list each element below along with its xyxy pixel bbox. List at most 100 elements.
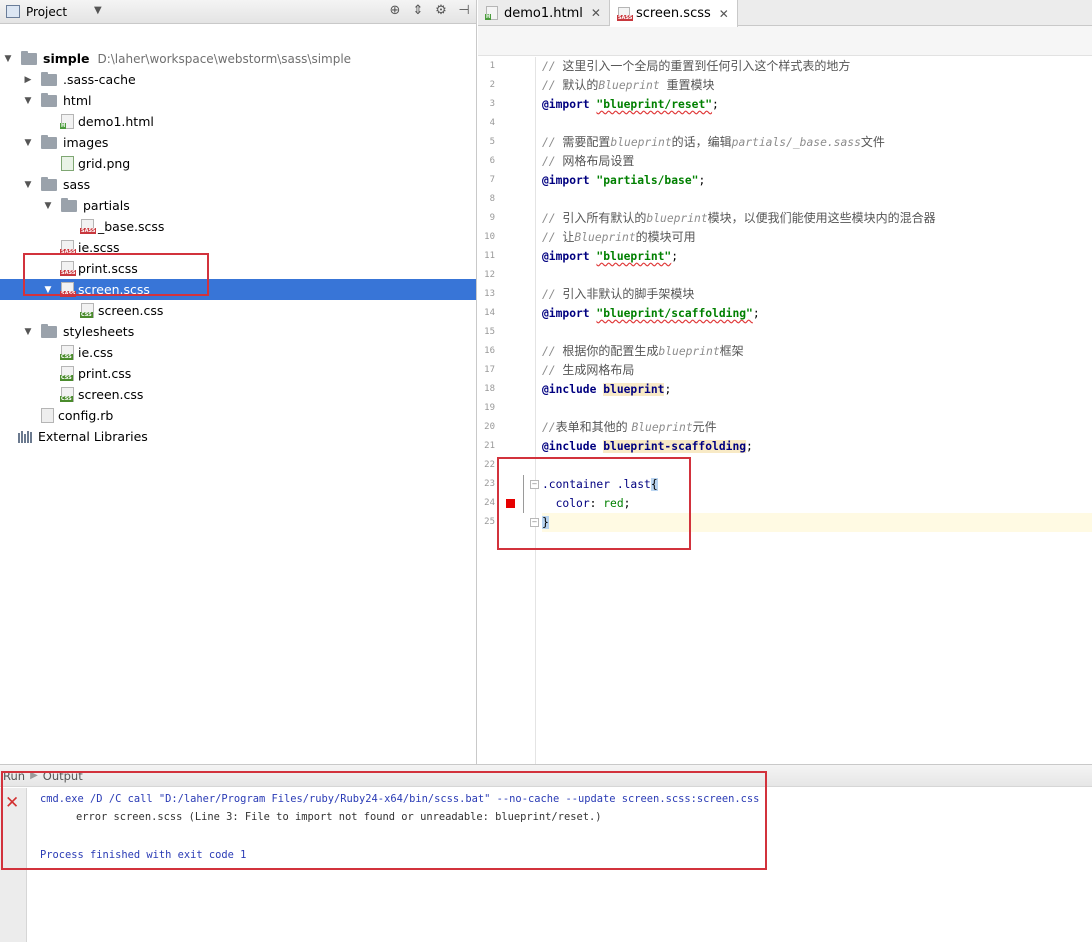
code-line[interactable] (542, 323, 1092, 342)
code-line[interactable]: // 生成网格布局 (542, 361, 1092, 380)
code-area[interactable]: // 这里引入一个全局的重置到任何引入这个样式表的地方// 默认的Bluepri… (537, 57, 1092, 764)
code-line[interactable] (542, 190, 1092, 209)
expand-down-icon[interactable]: ▼ (22, 327, 34, 337)
tree-item[interactable]: CSS screen.css (0, 384, 476, 405)
code-line[interactable] (542, 114, 1092, 133)
hide-panel-icon[interactable]: ⊣ (456, 3, 472, 18)
code-line[interactable]: @import "blueprint/scaffolding"; (542, 304, 1092, 323)
chevron-down-icon[interactable]: ▼ (94, 5, 102, 16)
project-panel-header: Project ▼ ⊕ ⇕ ⚙ ⊣ (0, 0, 476, 24)
tree-item[interactable]: SASS _base.scss (0, 216, 476, 237)
code-line[interactable]: // 引入所有默认的blueprint模块，以便我们能使用这些模块内的混合器 (542, 209, 1092, 228)
tree-item[interactable]: ▶ .sass-cache (0, 69, 476, 90)
tree-item[interactable]: ▼ images (0, 132, 476, 153)
code-line[interactable]: // 引入非默认的脚手架模块 (542, 285, 1092, 304)
line-number: 17 (484, 365, 495, 375)
line-number: 23 (484, 479, 495, 489)
line-number: 9 (489, 213, 495, 223)
tree-item[interactable]: grid.png (0, 153, 476, 174)
tree-item-label: .sass-cache (63, 72, 136, 87)
library-icon (18, 430, 34, 443)
code-line[interactable]: @include blueprint-scaffolding; (542, 437, 1092, 456)
highlight-annotation (1, 771, 767, 870)
tree-item[interactable]: ▼ partials (0, 195, 476, 216)
css-file-icon: CSS (80, 303, 94, 318)
code-line[interactable]: // 让Blueprint的模块可用 (542, 228, 1092, 247)
sass-file-icon: SASS (616, 6, 634, 21)
tree-item[interactable]: config.rb (0, 405, 476, 426)
css-file-icon: CSS (60, 345, 74, 360)
line-number: 7 (489, 175, 495, 185)
expand-down-icon[interactable]: ▼ (22, 180, 34, 190)
code-line[interactable]: //表单和其他的 Blueprint元件 (542, 418, 1092, 437)
tree-item[interactable]: ▼ html (0, 90, 476, 111)
line-number: 12 (484, 270, 495, 280)
close-icon[interactable]: ✕ (591, 6, 601, 20)
folder-icon (41, 92, 57, 107)
project-path: D:\laher\workspace\webstorm\sass\simple (97, 51, 352, 66)
html-file-icon: H (60, 114, 74, 129)
highlight-annotation (497, 457, 691, 550)
code-line[interactable]: @import "blueprint"; (542, 247, 1092, 266)
line-number: 16 (484, 346, 495, 356)
line-number: 19 (484, 403, 495, 413)
gear-icon[interactable]: ⚙ (433, 3, 449, 18)
editor-tabs: H demo1.html ✕ SASS screen.scss ✕ (478, 0, 1092, 27)
tab-screen-scss[interactable]: SASS screen.scss ✕ (609, 0, 738, 27)
expand-down-icon[interactable]: ▼ (42, 201, 54, 211)
line-number: 25 (484, 517, 495, 527)
code-line[interactable]: @import "blueprint/reset"; (542, 95, 1092, 114)
editor-gutter[interactable]: 1 2 3 4 5 6 7 8 9 10 11 12 13 14 15 16 17 18 19 20 21 22 23 24 2… (478, 57, 539, 764)
line-number: 3 (489, 99, 495, 109)
tree-item[interactable]: CSS screen.css (0, 300, 476, 321)
highlight-annotation (23, 253, 209, 296)
tree-item-label: sass (63, 177, 91, 192)
folder-icon (21, 50, 37, 65)
line-number: 18 (484, 384, 495, 394)
folder-icon (61, 197, 77, 212)
tree-item[interactable]: ▼ simple D:\laher\workspace\webstorm\sass\… (0, 48, 476, 69)
line-number: 14 (484, 308, 495, 318)
code-line[interactable]: // 需要配置blueprint的话，编辑partials/_base.sass… (542, 133, 1092, 152)
tree-item[interactable]: External Libraries (0, 426, 476, 447)
line-number: 24 (484, 498, 495, 508)
tree-item-label: grid.png (78, 156, 131, 171)
tree-item[interactable]: ▼ stylesheets (0, 321, 476, 342)
folder-icon (41, 134, 57, 149)
line-number: 15 (484, 327, 495, 337)
code-line[interactable]: // 这里引入一个全局的重置到任何引入这个样式表的地方 (542, 57, 1092, 76)
tree-item[interactable]: ▼ sass (0, 174, 476, 195)
tree-item-label: simple (43, 51, 90, 66)
expand-down-icon[interactable]: ▼ (22, 96, 34, 106)
tree-item[interactable]: CSS ie.css (0, 342, 476, 363)
tree-item[interactable]: CSS print.css (0, 363, 476, 384)
expand-right-icon[interactable]: ▶ (22, 75, 34, 85)
code-line[interactable] (542, 266, 1092, 285)
line-number: 2 (489, 80, 495, 90)
scroll-from-source-icon[interactable]: ⊕ (387, 3, 403, 18)
code-line[interactable]: // 网格布局设置 (542, 152, 1092, 171)
expand-down-icon[interactable]: ▼ (22, 138, 34, 148)
tab-demo1-html[interactable]: H demo1.html ✕ (478, 0, 610, 26)
line-number: 21 (484, 441, 495, 451)
editor: H demo1.html ✕ SASS screen.scss ✕ 123456… (478, 0, 1092, 764)
code-line[interactable]: @import "partials/base"; (542, 171, 1092, 190)
html-file-icon: H (485, 6, 498, 20)
css-file-icon: CSS (60, 387, 74, 402)
code-line[interactable] (542, 399, 1092, 418)
expand-down-icon[interactable]: ▼ (2, 54, 14, 64)
line-number: 13 (484, 289, 495, 299)
code-line[interactable]: // 默认的Blueprint 重置模块 (542, 76, 1092, 95)
code-line[interactable]: // 根据你的配置生成blueprint框架 (542, 342, 1092, 361)
folder-icon (41, 71, 57, 86)
code-line[interactable]: @include blueprint; (542, 380, 1092, 399)
collapse-all-icon[interactable]: ⇕ (410, 3, 426, 18)
line-number: 11 (484, 251, 495, 261)
tree-item-label: screen.css (98, 303, 164, 318)
project-panel-title[interactable]: Project (26, 5, 67, 19)
close-icon[interactable]: ✕ (719, 7, 729, 21)
tree-item[interactable]: Hdemo1.html (0, 111, 476, 132)
line-number: 4 (489, 118, 495, 128)
line-number: 5 (489, 137, 495, 147)
tree-item-label: print.css (78, 366, 132, 381)
